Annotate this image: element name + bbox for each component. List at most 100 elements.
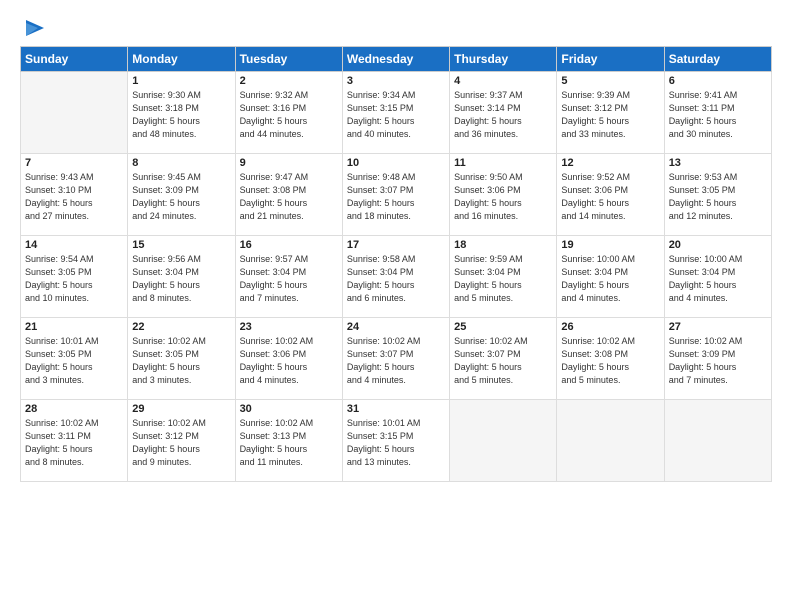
day-info: Sunrise: 9:59 AM Sunset: 3:04 PM Dayligh…	[454, 253, 552, 305]
day-number: 15	[132, 239, 230, 251]
day-number: 28	[25, 403, 123, 415]
calendar-day: 30 Sunrise: 10:02 AM Sunset: 3:13 PM Dayl…	[235, 400, 342, 482]
calendar-day	[450, 400, 557, 482]
day-info: Sunrise: 9:52 AM Sunset: 3:06 PM Dayligh…	[561, 171, 659, 223]
calendar-day: 17 Sunrise: 9:58 AM Sunset: 3:04 PM Dayli…	[342, 236, 449, 318]
day-info: Sunrise: 9:45 AM Sunset: 3:09 PM Dayligh…	[132, 171, 230, 223]
day-number: 25	[454, 321, 552, 333]
day-number: 19	[561, 239, 659, 251]
day-number: 10	[347, 157, 445, 169]
calendar-day: 5Sunrise: 9:39 AM Sunset: 3:12 PM Daylig…	[557, 72, 664, 154]
calendar-header-tuesday: Tuesday	[235, 47, 342, 72]
day-info: Sunrise: 9:30 AM Sunset: 3:18 PM Dayligh…	[132, 89, 230, 141]
calendar-day: 3 Sunrise: 9:34 AM Sunset: 3:15 PM Daylig…	[342, 72, 449, 154]
calendar-header-friday: Friday	[557, 47, 664, 72]
calendar-day: 18 Sunrise: 9:59 AM Sunset: 3:04 PM Dayli…	[450, 236, 557, 318]
day-info: Sunrise: 9:54 AM Sunset: 3:05 PM Dayligh…	[25, 253, 123, 305]
calendar-week-1: 1 Sunrise: 9:30 AM Sunset: 3:18 PM Daylig…	[21, 72, 772, 154]
day-info: Sunrise: 9:56 AM Sunset: 3:04 PM Dayligh…	[132, 253, 230, 305]
day-info: Sunrise: 9:37 AM Sunset: 3:14 PM Dayligh…	[454, 89, 552, 141]
logo	[20, 22, 44, 40]
day-number: 16	[240, 239, 338, 251]
calendar-day: 19Sunrise: 10:00 AM Sunset: 3:04 PM Dayl…	[557, 236, 664, 318]
day-number: 27	[669, 321, 767, 333]
day-number: 20	[669, 239, 767, 251]
calendar-day	[664, 400, 771, 482]
calendar-day: 14 Sunrise: 9:54 AM Sunset: 3:05 PM Dayli…	[21, 236, 128, 318]
calendar-header-sunday: Sunday	[21, 47, 128, 72]
day-number: 24	[347, 321, 445, 333]
day-info: Sunrise: 10:02 AM Sunset: 3:12 PM Daylig…	[132, 417, 230, 469]
day-number: 7	[25, 157, 123, 169]
day-number: 31	[347, 403, 445, 415]
day-number: 29	[132, 403, 230, 415]
calendar-day: 21 Sunrise: 10:01 AM Sunset: 3:05 PM Dayl…	[21, 318, 128, 400]
calendar-day: 10 Sunrise: 9:48 AM Sunset: 3:07 PM Dayli…	[342, 154, 449, 236]
day-number: 1	[132, 75, 230, 87]
day-info: Sunrise: 9:58 AM Sunset: 3:04 PM Dayligh…	[347, 253, 445, 305]
day-number: 23	[240, 321, 338, 333]
calendar-header-row: SundayMondayTuesdayWednesdayThursdayFrid…	[21, 47, 772, 72]
day-number: 21	[25, 321, 123, 333]
day-number: 18	[454, 239, 552, 251]
day-number: 17	[347, 239, 445, 251]
day-info: Sunrise: 9:39 AM Sunset: 3:12 PM Dayligh…	[561, 89, 659, 141]
day-number: 8	[132, 157, 230, 169]
day-info: Sunrise: 10:02 AM Sunset: 3:06 PM Daylig…	[240, 335, 338, 387]
day-number: 14	[25, 239, 123, 251]
day-info: Sunrise: 10:01 AM Sunset: 3:05 PM Daylig…	[25, 335, 123, 387]
day-info: Sunrise: 9:53 AM Sunset: 3:05 PM Dayligh…	[669, 171, 767, 223]
day-info: Sunrise: 9:32 AM Sunset: 3:16 PM Dayligh…	[240, 89, 338, 141]
calendar-day: 4 Sunrise: 9:37 AM Sunset: 3:14 PM Daylig…	[450, 72, 557, 154]
day-number: 9	[240, 157, 338, 169]
day-number: 3	[347, 75, 445, 87]
calendar-week-2: 7 Sunrise: 9:43 AM Sunset: 3:10 PM Daylig…	[21, 154, 772, 236]
calendar-day: 7 Sunrise: 9:43 AM Sunset: 3:10 PM Daylig…	[21, 154, 128, 236]
day-info: Sunrise: 10:02 AM Sunset: 3:13 PM Daylig…	[240, 417, 338, 469]
calendar-day: 11 Sunrise: 9:50 AM Sunset: 3:06 PM Dayli…	[450, 154, 557, 236]
day-info: Sunrise: 9:43 AM Sunset: 3:10 PM Dayligh…	[25, 171, 123, 223]
calendar-day: 15 Sunrise: 9:56 AM Sunset: 3:04 PM Dayli…	[128, 236, 235, 318]
calendar-day: 22Sunrise: 10:02 AM Sunset: 3:05 PM Dayl…	[128, 318, 235, 400]
day-info: Sunrise: 9:50 AM Sunset: 3:06 PM Dayligh…	[454, 171, 552, 223]
calendar-day: 8 Sunrise: 9:45 AM Sunset: 3:09 PM Daylig…	[128, 154, 235, 236]
day-info: Sunrise: 9:57 AM Sunset: 3:04 PM Dayligh…	[240, 253, 338, 305]
calendar-day: 28 Sunrise: 10:02 AM Sunset: 3:11 PM Dayl…	[21, 400, 128, 482]
calendar-header-wednesday: Wednesday	[342, 47, 449, 72]
calendar-day: 9Sunrise: 9:47 AM Sunset: 3:08 PM Daylig…	[235, 154, 342, 236]
calendar-week-4: 21 Sunrise: 10:01 AM Sunset: 3:05 PM Dayl…	[21, 318, 772, 400]
logo-icon	[22, 18, 44, 40]
day-number: 4	[454, 75, 552, 87]
day-info: Sunrise: 10:02 AM Sunset: 3:09 PM Daylig…	[669, 335, 767, 387]
calendar-day	[557, 400, 664, 482]
day-info: Sunrise: 10:02 AM Sunset: 3:11 PM Daylig…	[25, 417, 123, 469]
calendar-header-thursday: Thursday	[450, 47, 557, 72]
calendar-day: 31Sunrise: 10:01 AM Sunset: 3:15 PM Dayl…	[342, 400, 449, 482]
page: SundayMondayTuesdayWednesdayThursdayFrid…	[0, 0, 792, 612]
calendar-day	[21, 72, 128, 154]
calendar-day: 26Sunrise: 10:02 AM Sunset: 3:08 PM Dayl…	[557, 318, 664, 400]
calendar-day: 20Sunrise: 10:00 AM Sunset: 3:04 PM Dayl…	[664, 236, 771, 318]
day-number: 6	[669, 75, 767, 87]
day-info: Sunrise: 9:34 AM Sunset: 3:15 PM Dayligh…	[347, 89, 445, 141]
calendar-day: 13 Sunrise: 9:53 AM Sunset: 3:05 PM Dayli…	[664, 154, 771, 236]
calendar-day: 12 Sunrise: 9:52 AM Sunset: 3:06 PM Dayli…	[557, 154, 664, 236]
day-number: 30	[240, 403, 338, 415]
calendar-day: 23 Sunrise: 10:02 AM Sunset: 3:06 PM Dayl…	[235, 318, 342, 400]
calendar-day: 27 Sunrise: 10:02 AM Sunset: 3:09 PM Dayl…	[664, 318, 771, 400]
day-info: Sunrise: 9:41 AM Sunset: 3:11 PM Dayligh…	[669, 89, 767, 141]
day-number: 12	[561, 157, 659, 169]
calendar-week-5: 28 Sunrise: 10:02 AM Sunset: 3:11 PM Dayl…	[21, 400, 772, 482]
day-info: Sunrise: 10:02 AM Sunset: 3:08 PM Daylig…	[561, 335, 659, 387]
calendar-day: 25Sunrise: 10:02 AM Sunset: 3:07 PM Dayl…	[450, 318, 557, 400]
day-number: 11	[454, 157, 552, 169]
day-number: 13	[669, 157, 767, 169]
calendar-header-saturday: Saturday	[664, 47, 771, 72]
calendar-week-3: 14 Sunrise: 9:54 AM Sunset: 3:05 PM Dayli…	[21, 236, 772, 318]
calendar-day: 6 Sunrise: 9:41 AM Sunset: 3:11 PM Daylig…	[664, 72, 771, 154]
day-info: Sunrise: 9:48 AM Sunset: 3:07 PM Dayligh…	[347, 171, 445, 223]
calendar-table: SundayMondayTuesdayWednesdayThursdayFrid…	[20, 46, 772, 482]
day-number: 22	[132, 321, 230, 333]
day-number: 2	[240, 75, 338, 87]
header	[20, 18, 772, 40]
